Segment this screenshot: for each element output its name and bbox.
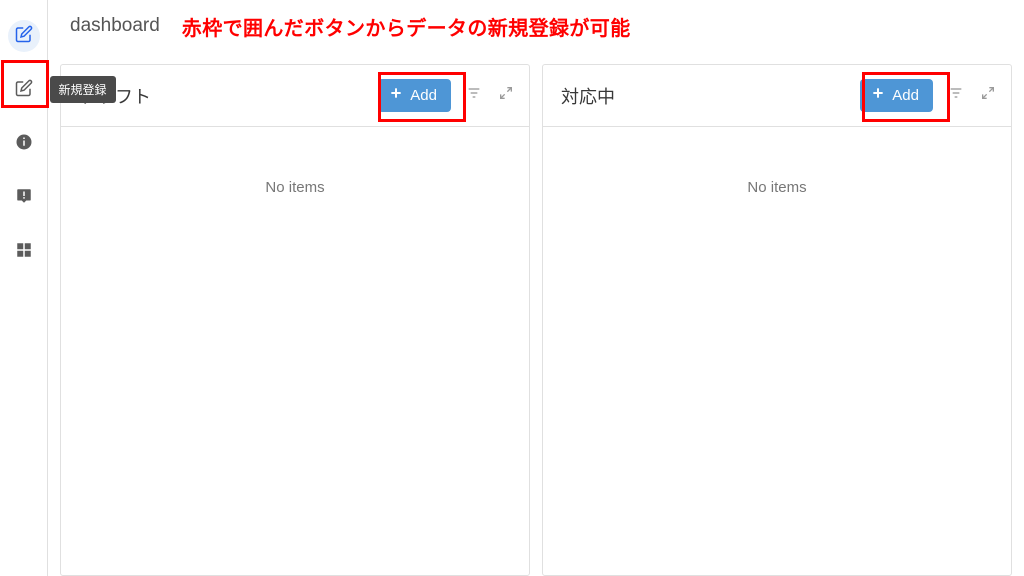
panel-draft: ドラフト Add bbox=[60, 64, 530, 576]
panel-actions: Add bbox=[860, 79, 997, 112]
sidebar: 新規登録 bbox=[0, 0, 48, 576]
panel-actions: Add bbox=[378, 79, 515, 112]
filter-button[interactable] bbox=[465, 87, 483, 105]
pencil-square-icon bbox=[15, 79, 33, 102]
filter-icon bbox=[466, 85, 482, 106]
filter-icon bbox=[948, 85, 964, 106]
panel-in-progress: 対応中 Add bbox=[542, 64, 1012, 576]
empty-state-text: No items bbox=[265, 179, 324, 196]
empty-state-text: No items bbox=[747, 179, 806, 196]
pencil-square-icon bbox=[15, 25, 33, 48]
add-button-label: Add bbox=[892, 87, 919, 105]
grid-icon bbox=[15, 241, 33, 264]
expand-icon bbox=[980, 85, 996, 106]
sidebar-item-alert[interactable] bbox=[8, 182, 40, 214]
panel-body: No items bbox=[543, 127, 1011, 575]
sidebar-item-compose[interactable] bbox=[8, 20, 40, 52]
header: dashboard 赤枠で囲んだボタンからデータの新規登録が可能 bbox=[48, 0, 1024, 52]
panel-header: 対応中 Add bbox=[543, 65, 1011, 127]
panel-body: No items bbox=[61, 127, 529, 575]
add-button-label: Add bbox=[410, 87, 437, 105]
plus-icon bbox=[388, 85, 404, 106]
panel-title: 対応中 bbox=[561, 83, 615, 109]
page-title: dashboard bbox=[70, 15, 160, 37]
plus-icon bbox=[870, 85, 886, 106]
panel-header: ドラフト Add bbox=[61, 65, 529, 127]
panels-row: ドラフト Add bbox=[48, 52, 1024, 576]
expand-button[interactable] bbox=[497, 87, 515, 105]
app-root: 新規登録 bbox=[0, 0, 1024, 576]
main: dashboard 赤枠で囲んだボタンからデータの新規登録が可能 ドラフト bbox=[48, 0, 1024, 576]
sidebar-tooltip: 新規登録 bbox=[50, 76, 116, 103]
expand-icon bbox=[498, 85, 514, 106]
expand-button[interactable] bbox=[979, 87, 997, 105]
annotation-caption: 赤枠で囲んだボタンからデータの新規登録が可能 bbox=[182, 12, 631, 41]
sidebar-item-new-register[interactable]: 新規登録 bbox=[8, 74, 40, 106]
add-button[interactable]: Add bbox=[378, 79, 451, 112]
info-icon bbox=[15, 133, 33, 156]
filter-button[interactable] bbox=[947, 87, 965, 105]
add-button[interactable]: Add bbox=[860, 79, 933, 112]
sidebar-item-info[interactable] bbox=[8, 128, 40, 160]
alert-square-icon bbox=[15, 187, 33, 210]
sidebar-item-grid[interactable] bbox=[8, 236, 40, 268]
